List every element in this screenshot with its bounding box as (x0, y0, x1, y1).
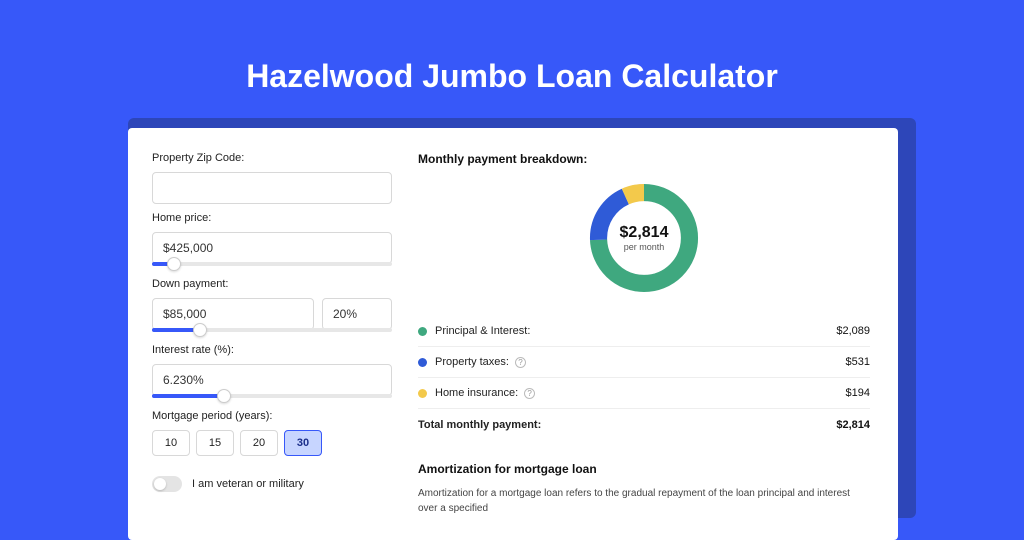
veteran-toggle-label: I am veteran or military (192, 478, 304, 490)
legend-label: Home insurance: (435, 387, 518, 399)
home-price-input[interactable] (152, 232, 392, 264)
legend-row: Home insurance:? $194 (418, 378, 870, 409)
legend-value: $531 (846, 356, 870, 368)
home-price-field: Home price: (152, 212, 392, 266)
mortgage-period-field: Mortgage period (years): 10152030 (152, 410, 392, 456)
down-payment-label: Down payment: (152, 278, 392, 290)
legend-dot (418, 327, 427, 336)
donut-center: $2,814 per month (584, 178, 704, 298)
donut-chart-wrap: $2,814 per month (418, 178, 870, 298)
slider-thumb[interactable] (193, 323, 207, 337)
mortgage-period-label: Mortgage period (years): (152, 410, 392, 422)
breakdown-column: Monthly payment breakdown: $2,814 per mo… (418, 152, 870, 516)
help-icon[interactable]: ? (524, 388, 535, 399)
mortgage-period-option[interactable]: 20 (240, 430, 278, 456)
donut-chart: $2,814 per month (584, 178, 704, 298)
total-row: Total monthly payment: $2,814 (418, 409, 870, 440)
interest-rate-input[interactable] (152, 364, 392, 396)
amortization-title: Amortization for mortgage loan (418, 462, 870, 476)
slider-thumb[interactable] (167, 257, 181, 271)
mortgage-period-option[interactable]: 30 (284, 430, 322, 456)
zip-label: Property Zip Code: (152, 152, 392, 164)
mortgage-period-options: 10152030 (152, 430, 392, 456)
legend-label: Principal & Interest: (435, 325, 530, 337)
legend-row: Principal & Interest: $2,089 (418, 316, 870, 347)
interest-rate-slider[interactable] (152, 394, 392, 398)
home-price-slider[interactable] (152, 262, 392, 266)
down-payment-field: Down payment: (152, 278, 392, 332)
inputs-column: Property Zip Code: Home price: Down paym… (152, 152, 392, 516)
legend-label: Property taxes: (435, 356, 509, 368)
down-payment-amount-input[interactable] (152, 298, 314, 330)
legend-value: $194 (846, 387, 870, 399)
help-icon[interactable]: ? (515, 357, 526, 368)
down-payment-slider[interactable] (152, 328, 392, 332)
breakdown-title: Monthly payment breakdown: (418, 152, 870, 166)
interest-rate-label: Interest rate (%): (152, 344, 392, 356)
mortgage-period-option[interactable]: 15 (196, 430, 234, 456)
zip-field: Property Zip Code: (152, 152, 392, 204)
donut-sub: per month (624, 242, 665, 252)
legend-value: $2,089 (836, 325, 870, 337)
total-label: Total monthly payment: (418, 419, 541, 431)
calculator-card: Property Zip Code: Home price: Down paym… (128, 128, 898, 540)
interest-rate-field: Interest rate (%): (152, 344, 392, 398)
slider-thumb[interactable] (217, 389, 231, 403)
veteran-toggle-row: I am veteran or military (152, 476, 392, 492)
down-payment-percent-input[interactable] (322, 298, 392, 330)
legend-dot (418, 358, 427, 367)
mortgage-period-option[interactable]: 10 (152, 430, 190, 456)
legend-row: Property taxes:? $531 (418, 347, 870, 378)
donut-amount: $2,814 (620, 224, 669, 242)
total-value: $2,814 (836, 419, 870, 431)
breakdown-legend: Principal & Interest: $2,089 Property taxe… (418, 316, 870, 409)
home-price-label: Home price: (152, 212, 392, 224)
zip-input[interactable] (152, 172, 392, 204)
veteran-toggle[interactable] (152, 476, 182, 492)
toggle-knob (154, 478, 166, 490)
legend-dot (418, 389, 427, 398)
page-title: Hazelwood Jumbo Loan Calculator (0, 0, 1024, 121)
